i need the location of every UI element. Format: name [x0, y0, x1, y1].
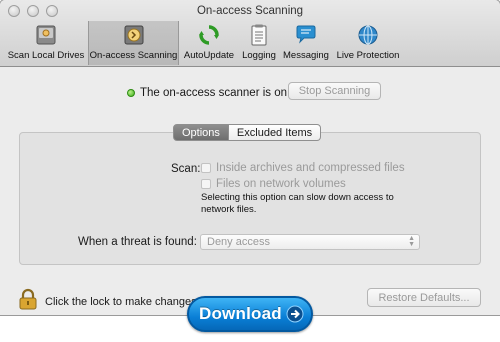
threat-action-value: Deny access: [207, 236, 270, 248]
messaging-icon: [296, 25, 316, 44]
threat-action-select[interactable]: Deny access ▲ ▼: [200, 234, 420, 250]
arrow-right-circle-icon: [286, 305, 304, 323]
select-arrows-icon: ▲ ▼: [408, 235, 415, 248]
archives-checkbox[interactable]: [201, 163, 211, 173]
scan-label: Scan:: [171, 163, 201, 175]
autoupdate-icon: [199, 25, 219, 45]
logging-icon: [251, 24, 267, 46]
checkbox-label: Inside archives and compressed files: [216, 162, 405, 174]
restore-defaults-button[interactable]: Restore Defaults...: [367, 288, 481, 307]
toolbar-messaging[interactable]: Messaging: [281, 21, 331, 65]
window-title: On-access Scanning: [196, 5, 304, 17]
globe-icon: [358, 25, 378, 45]
preferences-window: On-access Scanning Scan Local Drives On-…: [0, 0, 500, 315]
toolbar-label: AutoUpdate: [183, 50, 235, 61]
toolbar-autoupdate[interactable]: AutoUpdate: [181, 21, 237, 65]
threat-label: When a threat is found:: [78, 236, 197, 248]
drive-icon: [36, 25, 56, 45]
toolbar-label: Messaging: [283, 50, 329, 61]
toolbar-logging[interactable]: Logging: [239, 21, 279, 65]
toolbar-label: Logging: [242, 50, 276, 61]
checkbox-label: Files on network volumes: [216, 178, 346, 190]
lock-text: Click the lock to make changes: [45, 296, 197, 308]
titlebar: On-access Scanning Scan Local Drives On-…: [0, 0, 500, 67]
tab-excluded-items[interactable]: Excluded Items: [228, 124, 322, 141]
toolbar-scan-local-drives[interactable]: Scan Local Drives: [6, 21, 86, 65]
tab-bar: Options Excluded Items: [173, 124, 322, 141]
status-indicator-icon: [127, 89, 135, 97]
status-text: The on-access scanner is on: [140, 87, 288, 99]
download-label: Download: [199, 304, 282, 323]
checkbox-row-network[interactable]: Files on network volumes: [201, 178, 346, 190]
toolbar-on-access-scanning[interactable]: On-access Scanning: [88, 21, 179, 65]
stop-scanning-button[interactable]: Stop Scanning: [288, 82, 381, 100]
tab-options[interactable]: Options: [173, 124, 229, 141]
toolbar-label: Live Protection: [336, 50, 400, 61]
toolbar-label: Scan Local Drives: [7, 50, 85, 61]
download-button[interactable]: Download: [187, 296, 313, 332]
toolbar-label: On-access Scanning: [89, 50, 178, 61]
scanner-status: The on-access scanner is on: [127, 83, 287, 103]
network-volumes-checkbox[interactable]: [201, 179, 211, 189]
checkbox-row-archives[interactable]: Inside archives and compressed files: [201, 162, 405, 174]
toolbar-live-protection[interactable]: Live Protection: [333, 21, 403, 65]
network-note: Selecting this option can slow down acce…: [201, 192, 394, 215]
on-access-icon: [124, 25, 143, 45]
lock-icon[interactable]: [17, 288, 39, 310]
